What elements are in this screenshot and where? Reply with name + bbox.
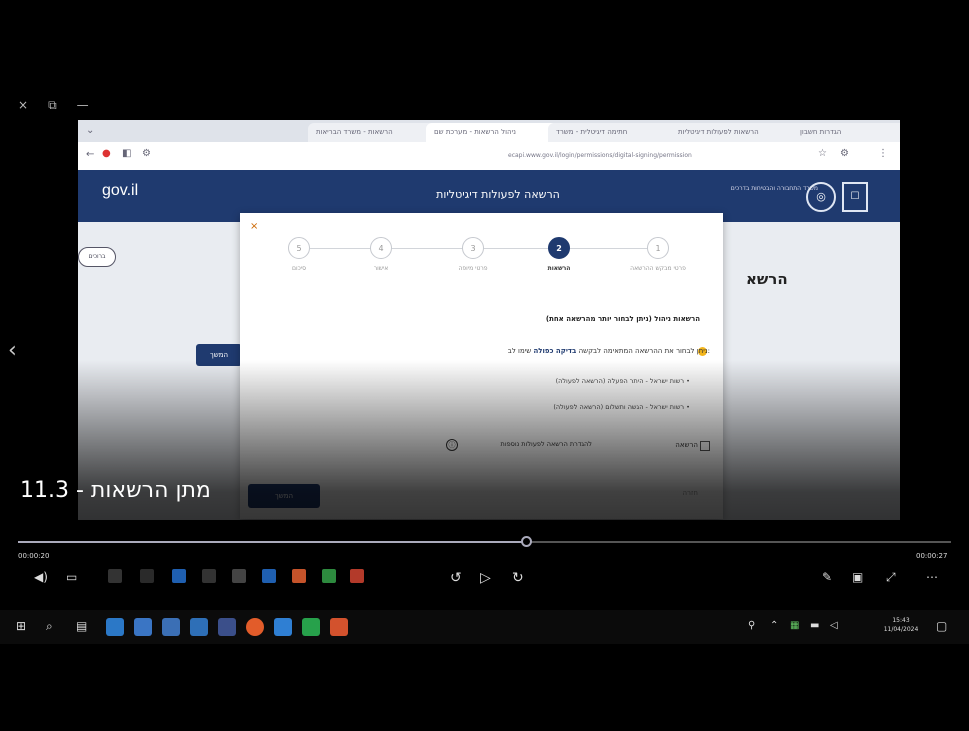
lesson-title: 11.3 - מתן הרשאות (20, 478, 211, 503)
network-icon[interactable]: ▬ (810, 620, 819, 631)
clock[interactable]: 15:43 11/04/2024 (876, 616, 926, 634)
close-modal-icon[interactable]: × (250, 221, 258, 232)
app-icon (172, 569, 186, 583)
progress-fill (18, 541, 526, 543)
store-icon[interactable] (162, 618, 180, 636)
task-view-icon[interactable]: ▤ (76, 619, 87, 633)
ministry-emblem-icon: ◎ (806, 182, 836, 212)
forward-icon[interactable]: ↻ (512, 570, 524, 586)
chrome-icon[interactable] (246, 618, 264, 636)
more-icon[interactable]: ⋮ (878, 148, 888, 159)
edge-icon[interactable] (106, 618, 124, 636)
star-icon[interactable]: ☆ (818, 148, 827, 159)
play-icon[interactable]: ▷ (480, 570, 491, 586)
app-icon (292, 569, 306, 583)
tab-icon[interactable]: ◧ (122, 148, 131, 159)
time-total: 00:00:27 (916, 552, 948, 560)
step-3[interactable]: 3 (462, 237, 484, 259)
notifications-icon[interactable]: ▢ (936, 619, 947, 633)
app-icon[interactable] (330, 618, 348, 636)
close-window-icon[interactable]: × (18, 98, 28, 114)
browser-tab[interactable]: הרשאות - משרד הבריאות (308, 123, 439, 142)
restore-window-icon[interactable]: ⧉ (48, 98, 57, 114)
service-title: הרשאה לפעולות דיגיטליות (436, 188, 560, 201)
tab-menu-icon[interactable]: ⌄ (86, 125, 94, 136)
windows-start-icon[interactable]: ⊞ (16, 619, 26, 633)
permissions-modal: × 5 4 3 2 1 סיכום אישור פרטי מיופה הרשאו… (240, 213, 723, 519)
address-bar: ← ● ◧ ⚙ ecapi.www.gov.il/login/permissio… (78, 142, 900, 171)
back-button[interactable]: חזרה (658, 489, 698, 497)
miniplayer-icon[interactable]: ▣ (852, 570, 863, 584)
page-title: הרשא (746, 270, 788, 288)
permission-checkbox[interactable] (700, 441, 710, 451)
tray-app-icon[interactable]: ▦ (790, 620, 799, 631)
url-text[interactable]: ecapi.www.gov.il/login/permissions/digit… (508, 148, 808, 164)
stepper-line (310, 248, 660, 249)
app-icon (108, 569, 122, 583)
captions-icon[interactable]: ▭ (66, 570, 77, 584)
taskbar: ⊞ ⌕ ▤ ⚲ ⌃ ▦ ▬ ◁ 15:43 11/04/2024 ▢ (0, 610, 969, 644)
rewind-icon[interactable]: ↺ (450, 570, 462, 586)
browser-tab-active[interactable]: ניהול הרשאות - מערכת שם (426, 123, 560, 142)
progress-knob[interactable] (521, 536, 532, 547)
gov-logo[interactable]: gov.il (102, 182, 138, 200)
record-icon[interactable]: ● (102, 148, 111, 159)
app-icon (262, 569, 276, 583)
permission-option[interactable]: רשות ישראל - היתר הפעלה (הרשאה לפעולה) • (360, 377, 690, 385)
permissions-question: הרשאות ניהול (ניתן לבחור יותר מהרשאה אחת… (545, 315, 700, 323)
player-controls: ◀) ▭ ↺ ▷ ↻ ✎ ▣ ⤢ ⋯ (0, 566, 969, 590)
browser-tab[interactable]: הרשאות לפעולות דיגיטליות (670, 123, 804, 142)
settings-icon[interactable]: ⚙ (840, 148, 849, 159)
previous-arrow-icon[interactable]: ‹ (8, 338, 17, 363)
app-icon (232, 569, 246, 583)
more-options-icon[interactable]: ⋯ (926, 570, 938, 584)
window-controls: × ⧉ — (18, 98, 98, 114)
step-label: פרטי מיופה (458, 265, 488, 272)
volume-icon[interactable]: ◀) (34, 570, 48, 584)
more-permissions-link[interactable]: להגדרת הרשאה לפעולות נוספות (452, 440, 592, 448)
pill-tag[interactable]: ברוכים (78, 247, 116, 267)
app-icon[interactable] (218, 618, 236, 636)
next-button[interactable]: המשך (248, 484, 320, 508)
back-icon[interactable]: ← (86, 149, 94, 160)
tab-bar: ⌄ הרשאות - משרד הבריאות ניהול הרשאות - מ… (78, 120, 900, 142)
extension-icon[interactable]: ⚙ (142, 148, 151, 159)
browser-tab[interactable]: חתימה דיגיטלית - משרד (548, 123, 682, 142)
search-icon[interactable]: ⌕ (46, 619, 53, 634)
time-elapsed: 00:00:20 (18, 552, 50, 560)
person-icon[interactable]: ⚲ (748, 620, 755, 631)
step-label-active: הרשאות (547, 265, 571, 272)
app-icon (140, 569, 154, 583)
step-4[interactable]: 4 (370, 237, 392, 259)
browser-tab[interactable]: הגדרות חשבון (792, 123, 900, 142)
mail-icon[interactable] (134, 618, 152, 636)
chevron-up-icon[interactable]: ⌃ (770, 620, 778, 631)
checkbox-label: הרשאה (675, 441, 698, 449)
fullscreen-icon[interactable]: ⤢ (886, 570, 896, 585)
permission-option[interactable]: רשות ישראל - הגשה ותשלום (הרשאה לפעולה) … (360, 403, 690, 411)
step-label: פרטי מבקש ההרשאה (630, 265, 686, 272)
step-1[interactable]: 1 (647, 237, 669, 259)
app-icon (350, 569, 364, 583)
app-icon[interactable] (274, 618, 292, 636)
app-icon (322, 569, 336, 583)
app-icon (202, 569, 216, 583)
step-2[interactable]: 2 (548, 237, 570, 259)
pen-icon[interactable]: ✎ (822, 570, 832, 584)
step-label: אישור (373, 265, 389, 272)
step-5[interactable]: 5 (288, 237, 310, 259)
continue-button[interactable]: המשך (196, 344, 242, 366)
ministry-name: משרד התחבורה והבטיחות בדרכים (730, 185, 818, 192)
app-icon[interactable] (302, 618, 320, 636)
step-label: סיכום (291, 265, 307, 272)
minimize-window-icon[interactable]: — (77, 98, 89, 114)
state-emblem-icon: ☐ (842, 182, 868, 212)
app-icon[interactable] (190, 618, 208, 636)
speaker-icon[interactable]: ◁ (830, 620, 838, 631)
note-text: ניתן לבחור את ההרשאה המתאימה לבקשה בדיקה… (507, 347, 710, 355)
